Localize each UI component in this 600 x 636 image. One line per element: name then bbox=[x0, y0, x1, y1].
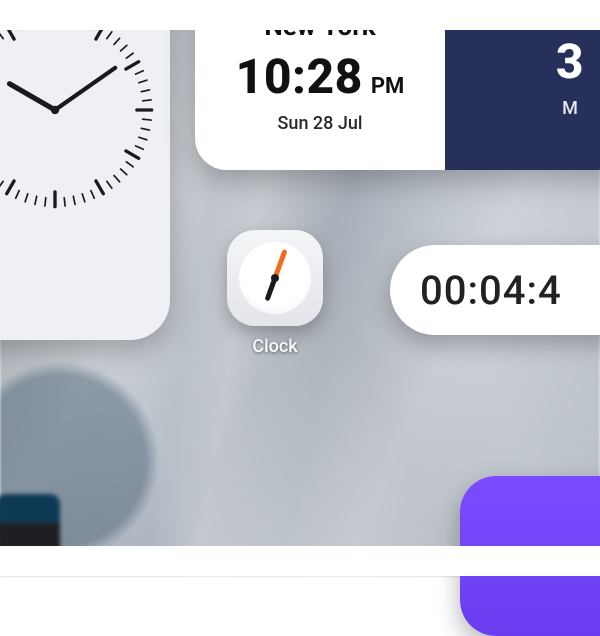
clock-app-label: Clock bbox=[220, 336, 330, 357]
time-ampm: PM bbox=[371, 74, 404, 99]
clock-app[interactable]: Clock bbox=[220, 230, 330, 357]
timer-widget[interactable]: 00:04:4 bbox=[390, 245, 600, 335]
clock-face-icon bbox=[239, 242, 311, 314]
time-value-partial: 3 bbox=[556, 33, 584, 90]
time-row: 3 bbox=[556, 33, 584, 90]
time-row: 10:28 PM bbox=[236, 48, 405, 105]
date-label: Sun 28 Jul bbox=[278, 113, 363, 134]
clock-app-icon[interactable] bbox=[227, 230, 323, 326]
letterbox-bottom bbox=[0, 546, 600, 576]
analog-clock-icon bbox=[0, 5, 160, 215]
date-label-partial: M bbox=[562, 98, 578, 119]
analog-clock-widget[interactable] bbox=[0, 0, 170, 340]
letterbox-top bbox=[0, 0, 600, 30]
timer-value: 00:04:4 bbox=[420, 267, 562, 314]
time-value: 10:28 bbox=[236, 48, 363, 105]
clock-pivot-icon bbox=[271, 274, 279, 282]
